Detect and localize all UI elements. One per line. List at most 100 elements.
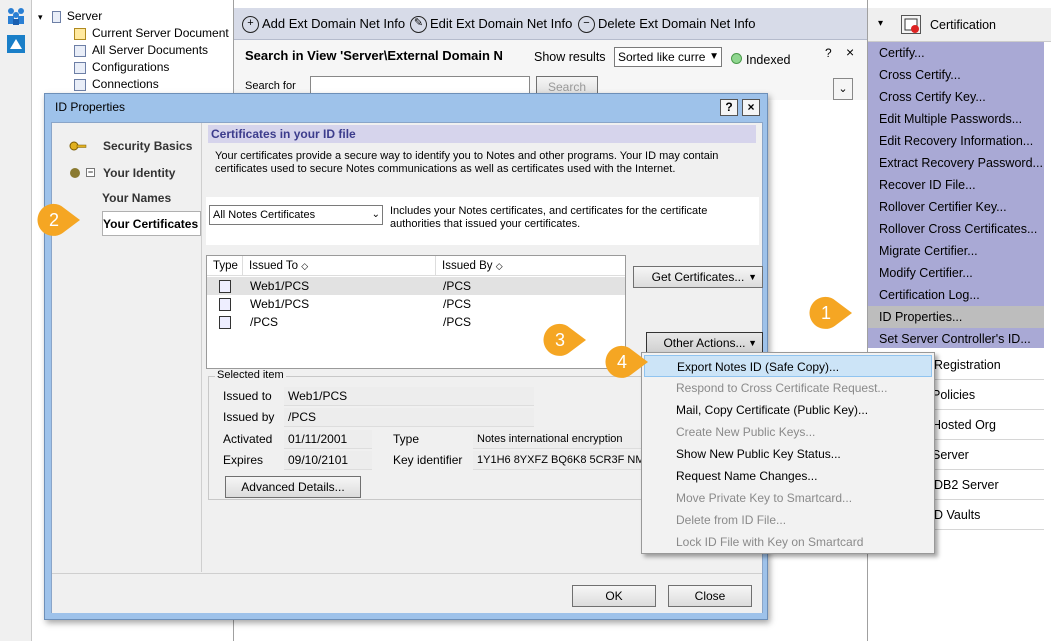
certificate-filter-select[interactable]: All Notes Certificates ⌄: [209, 205, 383, 225]
add-ext-domain-button[interactable]: + Add Ext Domain Net Info: [242, 12, 405, 36]
issued-by-label: Issued by: [223, 410, 275, 424]
menu-item-respond-cross-certificate[interactable]: Respond to Cross Certificate Request...: [644, 377, 932, 399]
dialog-footer: OK Close: [52, 573, 762, 613]
delete-icon: −: [578, 16, 595, 34]
dialog-close-button[interactable]: ×: [742, 99, 760, 116]
callout-2: 2: [34, 202, 82, 238]
nav-item-all-server-documents[interactable]: All Server Documents: [74, 42, 208, 59]
menu-item-create-new-public-keys[interactable]: Create New Public Keys...: [644, 421, 932, 443]
certificate-icon: [219, 298, 231, 312]
pencil-icon: ✎: [410, 16, 427, 34]
cert-item-recover-id-file[interactable]: Recover ID File...: [879, 174, 976, 196]
callout-3: 3: [540, 322, 588, 358]
expires-label: Expires: [223, 453, 264, 467]
nav-your-identity[interactable]: − Your Identity: [65, 161, 202, 186]
menu-item-mail-copy-certificate[interactable]: Mail, Copy Certificate (Public Key)...: [644, 399, 932, 421]
issued-by-value: /PCS: [284, 408, 534, 427]
menu-item-delete-from-id-file[interactable]: Delete from ID File...: [644, 509, 932, 531]
cert-item-extract-recovery-password[interactable]: Extract Recovery Password...: [879, 152, 1043, 174]
search-close-button[interactable]: ×: [846, 44, 854, 60]
chevron-down-icon: ▾: [878, 18, 884, 29]
search-help-button[interactable]: ?: [825, 46, 832, 60]
view-icon: [74, 61, 86, 74]
cert-item-cross-certify-key[interactable]: Cross Certify Key...: [879, 86, 986, 108]
sort-icon: ◇: [495, 261, 503, 271]
issued-to-label: Issued to: [223, 389, 272, 403]
intro-text: Your certificates provide a secure way t…: [215, 150, 719, 175]
ok-button[interactable]: OK: [572, 585, 656, 607]
cert-item-certification-log[interactable]: Certification Log...: [879, 284, 980, 306]
collapse-icon[interactable]: −: [86, 168, 95, 177]
sort-icon: ◇: [301, 261, 309, 271]
issued-to-value: Web1/PCS: [284, 387, 534, 406]
action-bar: + Add Ext Domain Net Info ✎ Edit Ext Domai…: [234, 8, 867, 40]
dialog-help-button[interactable]: ?: [720, 99, 738, 116]
get-certificates-button[interactable]: Get Certificates... ▼: [633, 266, 763, 288]
search-for-label: Search for: [245, 80, 296, 92]
search-bar: Search in View 'Server\External Domain N…: [234, 40, 867, 100]
certificate-icon: [219, 280, 231, 294]
filter-area: All Notes Certificates ⌄ Includes your No…: [206, 197, 759, 245]
cert-item-edit-multiple-passwords[interactable]: Edit Multiple Passwords...: [879, 108, 1022, 130]
cert-item-rollover-certifier-key[interactable]: Rollover Certifier Key...: [879, 196, 1007, 218]
show-results-label: Show results: [534, 50, 606, 64]
activated-value: 01/11/2001: [284, 430, 372, 449]
nav-server-root[interactable]: ▾ Server: [38, 8, 102, 25]
table-row[interactable]: Web1/PCS /PCS: [207, 277, 625, 295]
server-icon: [51, 10, 61, 23]
expand-search-chevron-icon[interactable]: ⌄: [833, 78, 853, 100]
identity-icon: [70, 168, 80, 178]
column-header-issued-by[interactable]: Issued By ◇: [436, 256, 625, 276]
dialog-title: ID Properties: [55, 100, 126, 114]
nav-your-certificates[interactable]: Your Certificates: [102, 211, 201, 236]
cert-item-set-server-controllers-id[interactable]: Set Server Controller's ID...: [879, 328, 1031, 350]
menu-item-move-private-key[interactable]: Move Private Key to Smartcard...: [644, 487, 932, 509]
column-header-type[interactable]: Type: [207, 256, 243, 276]
edit-ext-domain-button[interactable]: ✎ Edit Ext Domain Net Info: [410, 12, 572, 36]
cert-item-id-properties[interactable]: ID Properties...: [868, 306, 1044, 328]
cert-item-modify-certifier[interactable]: Modify Certifier...: [879, 262, 973, 284]
advanced-details-button[interactable]: Advanced Details...: [225, 476, 361, 498]
nav-item-current-server-document[interactable]: Current Server Document: [74, 25, 229, 42]
key-identifier-label: Key identifier: [393, 453, 463, 467]
other-actions-button[interactable]: Other Actions... ▼: [646, 332, 763, 354]
menu-item-request-name-changes[interactable]: Request Name Changes...: [644, 465, 932, 487]
people-icon[interactable]: [6, 6, 26, 26]
view-icon: [74, 44, 86, 57]
section-title: Certificates in your ID file: [208, 125, 756, 143]
expires-value: 09/10/2101: [284, 451, 372, 470]
cert-item-certify[interactable]: Certify...: [879, 42, 925, 64]
activated-label: Activated: [223, 432, 273, 446]
menu-item-export-notes-id[interactable]: Export Notes ID (Safe Copy)...: [644, 355, 932, 377]
nav-your-names[interactable]: Your Names: [102, 186, 202, 211]
certification-title: Certification: [930, 18, 996, 32]
menu-item-lock-id-file[interactable]: Lock ID File with Key on Smartcard: [644, 531, 932, 553]
key-identifier-value: 1Y1H6 8YXFZ BQ6K8 5CR3F NMF: [473, 451, 643, 470]
document-icon: [74, 27, 86, 40]
nav-item-connections[interactable]: Connections: [74, 76, 159, 93]
type-label: Type: [393, 432, 420, 446]
cert-item-cross-certify[interactable]: Cross Certify...: [879, 64, 961, 86]
close-button[interactable]: Close: [668, 585, 752, 607]
nav-security-basics[interactable]: Security Basics: [65, 134, 202, 159]
delete-ext-domain-button[interactable]: − Delete Ext Domain Net Info: [578, 12, 756, 36]
collapse-arrow-icon[interactable]: ▾: [38, 12, 43, 22]
left-toolbar-strip: [0, 0, 32, 641]
column-header-issued-to[interactable]: Issued To ◇: [243, 256, 436, 276]
certification-menu: Certify... Cross Certify... Cross Certif…: [868, 42, 1044, 348]
chevron-down-icon: ⌄: [371, 209, 380, 220]
nav-item-configurations[interactable]: Configurations: [74, 59, 169, 76]
cert-item-edit-recovery-information[interactable]: Edit Recovery Information...: [879, 130, 1033, 152]
sort-results-select[interactable]: Sorted like curre ▼: [614, 47, 722, 67]
domino-admin-icon[interactable]: [6, 34, 26, 54]
menu-item-show-public-key-status[interactable]: Show New Public Key Status...: [644, 443, 932, 465]
certificate-icon: [901, 15, 921, 34]
table-row[interactable]: Web1/PCS /PCS: [207, 295, 625, 313]
dropdown-arrow-icon: ▼: [709, 51, 719, 62]
cert-item-migrate-certifier[interactable]: Migrate Certifier...: [879, 240, 978, 262]
dropdown-arrow-icon: ▼: [748, 338, 757, 348]
certification-header[interactable]: ▾ Certification: [868, 8, 1051, 42]
indexed-status-icon: [731, 53, 742, 64]
cert-item-rollover-cross-certificates[interactable]: Rollover Cross Certificates...: [879, 218, 1037, 240]
dialog-nav: Security Basics − Your Identity Your Nam…: [52, 123, 202, 572]
